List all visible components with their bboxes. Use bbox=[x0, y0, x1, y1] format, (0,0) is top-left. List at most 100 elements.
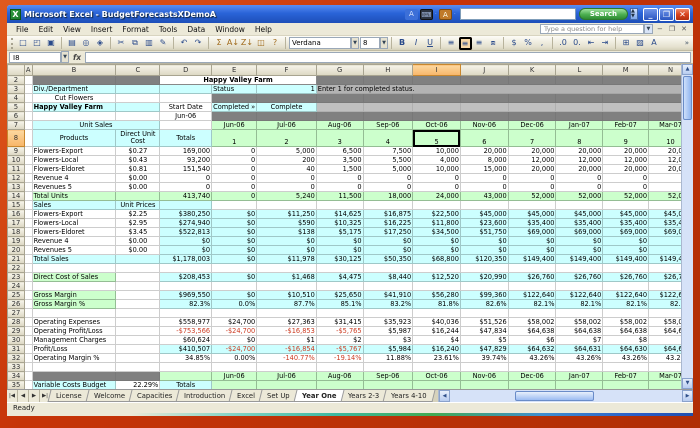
scroll-right-icon[interactable]: ▶ bbox=[682, 390, 693, 402]
cell-F11[interactable]: 40 bbox=[257, 165, 317, 174]
italic-icon[interactable]: I bbox=[410, 37, 423, 50]
cell-G26[interactable]: 85.1% bbox=[316, 300, 363, 309]
cell-D4[interactable] bbox=[160, 94, 212, 103]
cell-J11[interactable]: 15,000 bbox=[460, 165, 508, 174]
cell-D35[interactable]: Totals bbox=[160, 381, 212, 390]
formula-input[interactable] bbox=[85, 52, 691, 63]
cell-A35[interactable] bbox=[24, 381, 32, 390]
cell-L28[interactable]: $58,002 bbox=[556, 318, 603, 327]
cell-M19[interactable]: $0 bbox=[603, 237, 649, 246]
cell-M26[interactable]: 82.1% bbox=[603, 300, 649, 309]
cell-H23[interactable]: $8,440 bbox=[363, 273, 413, 282]
cell-B3[interactable]: Div./Department bbox=[32, 85, 116, 94]
cell-D15[interactable] bbox=[160, 201, 212, 210]
cell-I27[interactable] bbox=[413, 309, 461, 318]
cell-B27[interactable] bbox=[32, 309, 116, 318]
cell-C9[interactable]: $0.27 bbox=[116, 147, 160, 156]
cell-C33[interactable] bbox=[116, 363, 160, 372]
font-name-select[interactable]: Verdana bbox=[289, 37, 351, 49]
cell-L23[interactable]: $26,760 bbox=[556, 273, 603, 282]
increase-indent-icon[interactable]: ⇥ bbox=[599, 37, 612, 50]
row-header-18[interactable]: 18 bbox=[8, 228, 25, 237]
cell-L35[interactable] bbox=[556, 381, 603, 390]
cell-G33[interactable] bbox=[316, 363, 363, 372]
cell-J13[interactable]: 0 bbox=[460, 183, 508, 192]
column-header-B[interactable]: B bbox=[32, 65, 116, 76]
cell-J35[interactable] bbox=[460, 381, 508, 390]
cell-D26[interactable]: 82.3% bbox=[160, 300, 212, 309]
cell-C6[interactable] bbox=[116, 112, 160, 121]
cell-B21[interactable]: Total Sales bbox=[32, 255, 116, 264]
cell-K32[interactable]: 43.26% bbox=[508, 354, 556, 363]
cell-G11[interactable]: 1,500 bbox=[316, 165, 363, 174]
menu-data[interactable]: Data bbox=[182, 25, 210, 34]
row-header-8[interactable]: 8 bbox=[8, 130, 25, 147]
cell-M34[interactable]: Feb-07 bbox=[603, 372, 649, 381]
sheet-tab-introduction[interactable]: Introduction bbox=[176, 390, 234, 402]
cell-C20[interactable]: $0.00 bbox=[116, 246, 160, 255]
cell-E5[interactable]: Completed » bbox=[212, 103, 257, 112]
cell-A8[interactable] bbox=[24, 130, 32, 147]
row-header-26[interactable]: 26 bbox=[8, 300, 25, 309]
menu-view[interactable]: View bbox=[58, 25, 86, 34]
cell-H11[interactable]: 5,000 bbox=[363, 165, 413, 174]
cell-C27[interactable] bbox=[116, 309, 160, 318]
cell-B29[interactable]: Operating Profit/Loss bbox=[32, 327, 116, 336]
cell-F30[interactable]: $1 bbox=[257, 336, 317, 345]
cell-L14[interactable]: 52,000 bbox=[556, 192, 603, 201]
cell-J30[interactable]: $5 bbox=[460, 336, 508, 345]
cell-C3[interactable] bbox=[116, 85, 160, 94]
cell-B19[interactable]: Revenue 4 bbox=[32, 237, 116, 246]
row-header-25[interactable]: 25 bbox=[8, 291, 25, 300]
cell-L26[interactable]: 82.1% bbox=[556, 300, 603, 309]
cell-F35[interactable] bbox=[257, 381, 317, 390]
cell-I17[interactable]: $11,800 bbox=[413, 219, 461, 228]
cell-C13[interactable]: $0.00 bbox=[116, 183, 160, 192]
cell-D8[interactable]: Totals bbox=[160, 130, 212, 147]
cell-M33[interactable] bbox=[603, 363, 649, 372]
cell-I26[interactable]: 81.8% bbox=[413, 300, 461, 309]
cell-A27[interactable] bbox=[24, 309, 32, 318]
cell-C29[interactable] bbox=[116, 327, 160, 336]
cell-D3[interactable] bbox=[160, 85, 212, 94]
cell-E14[interactable]: 0 bbox=[212, 192, 257, 201]
cell-M32[interactable]: 43.26% bbox=[603, 354, 649, 363]
print-preview-icon[interactable]: ◎ bbox=[80, 37, 93, 50]
cell-H25[interactable]: $41,910 bbox=[363, 291, 413, 300]
cell-M17[interactable]: $35,400 bbox=[603, 219, 649, 228]
search-button[interactable]: Search bbox=[579, 8, 628, 20]
cell-D12[interactable]: 0 bbox=[160, 174, 212, 183]
new-icon[interactable]: □ bbox=[17, 37, 30, 50]
cell-M20[interactable]: $0 bbox=[603, 246, 649, 255]
cell-A18[interactable] bbox=[24, 228, 32, 237]
cell-B31[interactable]: Profit/Loss bbox=[32, 345, 116, 354]
cell-B34[interactable] bbox=[32, 372, 116, 381]
prev-sheet-icon[interactable]: ◀ bbox=[18, 390, 29, 402]
cell-E24[interactable] bbox=[212, 282, 257, 291]
cell-F28[interactable]: $27,363 bbox=[257, 318, 317, 327]
column-header-I[interactable]: I bbox=[413, 65, 461, 76]
cell-H26[interactable]: 83.2% bbox=[363, 300, 413, 309]
cell-J9[interactable]: 20,000 bbox=[460, 147, 508, 156]
cell-M24[interactable] bbox=[603, 282, 649, 291]
keyboard-tool-icon[interactable]: ⌨ bbox=[420, 9, 433, 20]
cell-M8[interactable]: 9 bbox=[603, 130, 649, 147]
cell-I35[interactable] bbox=[413, 381, 461, 390]
cell-D20[interactable]: $0 bbox=[160, 246, 212, 255]
cell-L30[interactable]: $7 bbox=[556, 336, 603, 345]
cell-E23[interactable]: $0 bbox=[212, 273, 257, 282]
cell-B17[interactable]: Flowers-Local bbox=[32, 219, 116, 228]
alert-tool-icon[interactable]: A bbox=[439, 9, 452, 20]
cell-D24[interactable] bbox=[160, 282, 212, 291]
cell-K9[interactable]: 20,000 bbox=[508, 147, 556, 156]
cell-B9[interactable]: Flowers-Export bbox=[32, 147, 116, 156]
cell-C16[interactable]: $2.25 bbox=[116, 210, 160, 219]
cell-E25[interactable]: $0 bbox=[212, 291, 257, 300]
cell-J23[interactable]: $20,990 bbox=[460, 273, 508, 282]
cell-C32[interactable] bbox=[116, 354, 160, 363]
copy-icon[interactable]: ⧉ bbox=[129, 37, 142, 50]
cell-D11[interactable]: 151,540 bbox=[160, 165, 212, 174]
cell-J8[interactable]: 6 bbox=[460, 130, 508, 147]
cell-D34[interactable] bbox=[160, 372, 212, 381]
cell-B6[interactable] bbox=[32, 112, 116, 121]
